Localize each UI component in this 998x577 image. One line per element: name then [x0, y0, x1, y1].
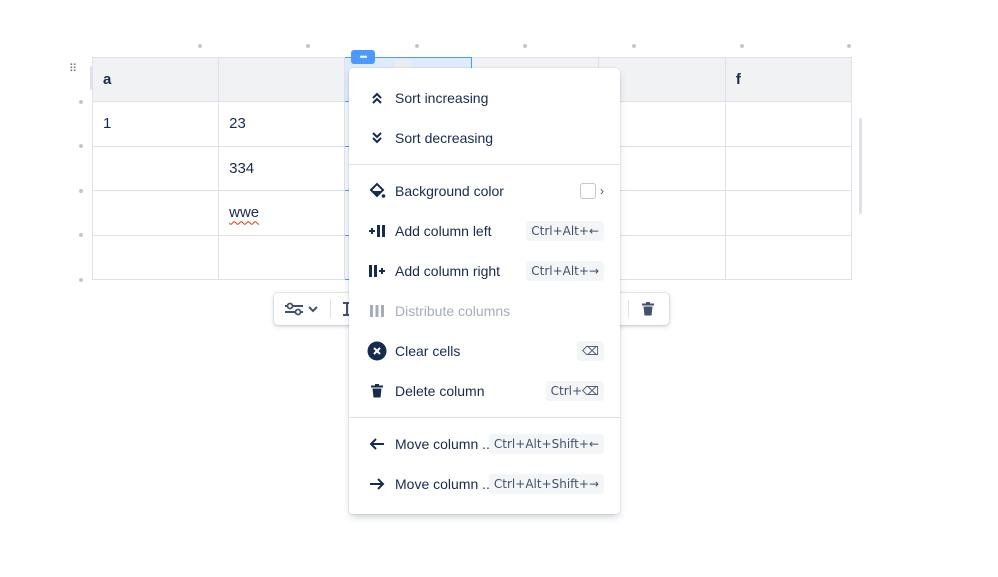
table-cell[interactable]: 334 [218, 145, 346, 191]
sort-increasing-icon [367, 88, 387, 108]
table-cell[interactable] [91, 190, 220, 236]
paint-bucket-icon [367, 181, 387, 201]
chevron-right-icon: › [600, 184, 604, 198]
menu-item-label: Distribute columns [395, 303, 511, 319]
menu-item-label: Add column right [395, 263, 501, 279]
menu-divider [349, 417, 620, 418]
add-column-right-icon [367, 261, 387, 281]
keyboard-shortcut: Ctrl+Alt+Shift+→ [488, 474, 604, 494]
keyboard-shortcut: Ctrl+Alt+→ [526, 261, 604, 281]
menu-item-move-column-left[interactable]: Move column ... Ctrl+Alt+Shift+← [349, 424, 620, 464]
menu-item-background-color[interactable]: Background color › [349, 171, 620, 211]
keyboard-shortcut: Ctrl+Alt+← [526, 221, 604, 241]
cell-text: wwe [229, 204, 260, 222]
menu-item-delete-column[interactable]: Delete column Ctrl+⌫ [349, 371, 620, 411]
table-cell[interactable] [724, 234, 853, 280]
column-insert-dot[interactable] [415, 44, 419, 48]
menu-item-label: Move column ... [395, 436, 494, 452]
menu-divider [349, 164, 620, 165]
column-context-menu: Sort increasing Sort decreasing Backgrou… [349, 68, 620, 514]
column-insert-dot[interactable] [523, 44, 527, 48]
trash-icon [642, 302, 654, 316]
add-column-left-icon [367, 221, 387, 241]
menu-item-label: Delete column [395, 383, 485, 399]
row-insert-dot[interactable] [79, 278, 83, 282]
sort-decreasing-icon [367, 128, 387, 148]
menu-item-label: Sort decreasing [395, 130, 494, 146]
menu-item-label: Background color [395, 183, 504, 199]
clear-icon [367, 341, 387, 361]
table-cell[interactable]: wwe [218, 190, 346, 236]
table-cell[interactable] [91, 145, 220, 191]
menu-item-move-column-right[interactable]: Move column ... Ctrl+Alt+Shift+→ [349, 464, 620, 504]
color-swatch [580, 183, 596, 199]
menu-item-add-column-left[interactable]: Add column left Ctrl+Alt+← [349, 211, 620, 251]
chevron-down-icon [308, 306, 318, 313]
table-cell[interactable]: 23 [218, 101, 346, 147]
column-insert-dot[interactable] [306, 44, 310, 48]
keyboard-shortcut: Ctrl+⌫ [545, 381, 604, 401]
menu-item-label: Sort increasing [395, 90, 489, 106]
row-insert-dot[interactable] [79, 100, 83, 104]
trash-icon [367, 381, 387, 401]
toolbar-divider [628, 300, 629, 318]
keyboard-shortcut: Ctrl+Alt+Shift+← [488, 434, 604, 454]
toolbar-divider [330, 300, 331, 318]
arrow-right-icon [367, 474, 387, 494]
menu-item-sort-increasing[interactable]: Sort increasing [349, 78, 620, 118]
column-insert-dot[interactable] [740, 44, 744, 48]
table-options-button[interactable] [284, 299, 319, 319]
drag-handle-icon[interactable]: ⠿ [67, 62, 79, 76]
more-icon[interactable]: ••• [351, 50, 375, 64]
row-insert-dot[interactable] [79, 189, 83, 193]
delete-table-button[interactable] [641, 299, 655, 319]
menu-item-label: Move column ... [395, 476, 494, 492]
column-insert-dot[interactable] [847, 44, 851, 48]
menu-item-label: Clear cells [395, 343, 461, 359]
header-cell[interactable] [218, 57, 346, 102]
column-insert-dot[interactable] [632, 44, 636, 48]
table-cell[interactable] [724, 145, 853, 191]
column-insert-dot[interactable] [198, 44, 202, 48]
header-cell[interactable]: a [91, 57, 220, 102]
menu-item-distribute-columns: Distribute columns [349, 291, 620, 331]
keyboard-shortcut: ⌫ [577, 341, 604, 361]
table-cell[interactable] [724, 101, 853, 147]
table-scrollbar[interactable] [859, 118, 862, 214]
table-cell[interactable] [91, 234, 220, 280]
menu-item-sort-decreasing[interactable]: Sort decreasing [349, 118, 620, 158]
table-cell[interactable]: 1 [91, 101, 220, 147]
distribute-columns-icon [367, 301, 387, 321]
table-cell[interactable] [724, 190, 853, 236]
row-insert-dot[interactable] [79, 233, 83, 237]
menu-item-clear-cells[interactable]: Clear cells ⌫ [349, 331, 620, 371]
arrow-left-icon [367, 434, 387, 454]
sliders-icon [285, 302, 303, 316]
table-cell[interactable] [218, 234, 346, 280]
row-insert-dot[interactable] [79, 144, 83, 148]
menu-item-label: Add column left [395, 223, 492, 239]
header-cell[interactable]: f [724, 57, 853, 102]
menu-item-add-column-right[interactable]: Add column right Ctrl+Alt+→ [349, 251, 620, 291]
